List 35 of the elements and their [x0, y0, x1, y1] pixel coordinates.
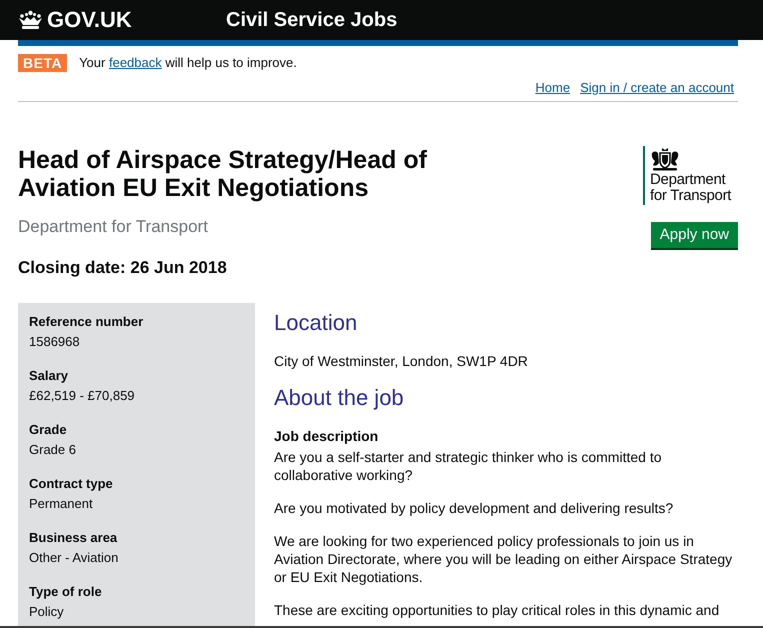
paragraph: These are exciting opportunities to play critical roles in this dynamic and [274, 601, 720, 619]
service-name-link[interactable]: Civil Service Jobs [226, 8, 398, 32]
nav-link[interactable]: Sign in / create an account [580, 80, 734, 96]
paragraph: Are you a self-starter and strategic thinker who is committed to collaborative working? [274, 448, 662, 484]
logo-text: for Transport [650, 188, 732, 204]
feedback-link[interactable]: feedback [108, 55, 162, 70]
crest-icon [650, 147, 680, 172]
summary-label: Grade [29, 421, 68, 439]
paragraph: Are you motivated by policy development and delivering results? [274, 499, 674, 517]
paragraph: We are looking for two experienced policy professionals to join us in Aviation Directorate, where you will be leading on either Airspace Strategy or EU Exit Negotiations. [274, 532, 734, 586]
phase-tag: BETA [18, 54, 68, 72]
logo-text: Department [650, 172, 726, 188]
apply-now-button[interactable]: Apply now [650, 222, 738, 248]
job-title: Head of Airspace Strategy/Head of Aviation EU Exit Negotiations [18, 146, 428, 202]
summary-value: 1586968 [29, 333, 81, 351]
subheading: Job description [274, 427, 380, 445]
summary-value: Other - Aviation [29, 549, 120, 567]
phase-message: Your feedback will help us to improve. [79, 55, 297, 71]
summary-value: £62,519 - £70,859 [29, 387, 136, 405]
summary-value: Policy [29, 603, 65, 621]
summary-label: Contract type [29, 475, 114, 493]
crown-icon [18, 10, 43, 30]
summary-value: Permanent [29, 495, 94, 513]
summary-label: Business area [29, 529, 118, 547]
summary-label: Type of role [29, 583, 103, 601]
govuk-logo-link[interactable]: GOV.UK [18, 7, 226, 33]
summary-value: Grade 6 [29, 441, 77, 459]
summary-label: Reference number [29, 313, 144, 331]
department-name: Department for Transport [18, 217, 209, 237]
section-heading: About the job [274, 385, 405, 411]
closing-date: Closing date: 26 Jun 2018 [18, 258, 228, 278]
nav-link[interactable]: Home [535, 80, 570, 96]
section-heading: Location [274, 310, 358, 336]
paragraph: City of Westminster, London, SW1P 4DR [274, 352, 529, 370]
summary-label: Salary [29, 367, 70, 385]
